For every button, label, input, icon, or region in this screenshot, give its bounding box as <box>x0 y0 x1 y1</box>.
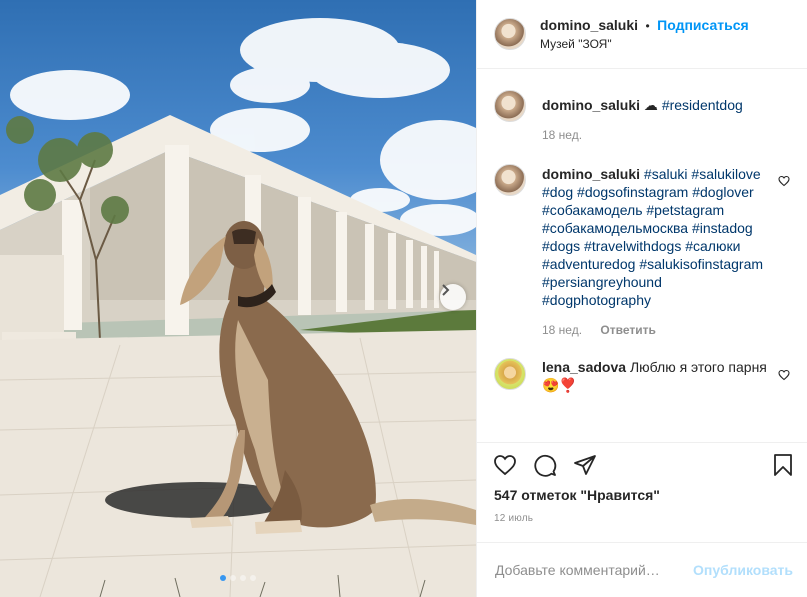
like-button[interactable] <box>493 453 517 477</box>
author-avatar[interactable] <box>494 18 526 50</box>
comment-avatar[interactable] <box>494 164 526 196</box>
caption-avatar[interactable] <box>494 90 526 122</box>
post-photo[interactable] <box>0 0 476 597</box>
hashtag-link[interactable]: #dogphotography <box>542 292 651 308</box>
follow-button[interactable]: Подписаться <box>657 17 749 33</box>
publish-button[interactable]: Опубликовать <box>693 562 793 578</box>
chevron-right-icon <box>442 284 450 296</box>
hashtag-link[interactable]: #dog <box>542 184 573 200</box>
like-comment-button[interactable] <box>778 174 790 192</box>
hashtag-link[interactable]: #residentdog <box>662 97 743 113</box>
comment-time: 18 нед. <box>542 323 583 337</box>
hashtag-link[interactable]: #собакамодельмосква <box>542 220 688 236</box>
hashtag-link[interactable]: #салюки <box>685 238 740 254</box>
share-button[interactable] <box>573 453 597 477</box>
dog-photo <box>0 18 476 597</box>
comment-avatar[interactable] <box>494 358 526 390</box>
location-link[interactable]: Музей "ЗОЯ" <box>540 35 749 53</box>
post-actions <box>477 442 807 486</box>
post-date[interactable]: 12 июль <box>477 513 807 524</box>
comment-body: lena_sadova Люблю я этого парня😍❣️ <box>542 358 767 394</box>
comment-meta: 18 нед. Ответить <box>542 321 767 339</box>
carousel-indicator <box>0 575 476 581</box>
carousel-dot <box>220 575 226 581</box>
caption-time: 18 нед. <box>542 128 583 142</box>
comment-username[interactable]: lena_sadova <box>542 359 626 375</box>
carousel-dot <box>230 575 236 581</box>
hashtag-link[interactable]: #doglover <box>692 184 754 200</box>
likes-count[interactable]: 547 отметок "Нравится" <box>477 486 807 504</box>
author-info: domino_saluki • Подписаться Музей "ЗОЯ" <box>540 16 749 53</box>
comment-button[interactable] <box>533 453 557 477</box>
comment: lena_sadova Люблю я этого парня😍❣️ <box>494 358 790 394</box>
author-username[interactable]: domino_saluki <box>540 17 638 33</box>
hashtag-link[interactable]: #saluki <box>644 166 688 182</box>
caption-username[interactable]: domino_saluki <box>542 97 640 113</box>
hashtag-link[interactable]: #persiangreyhound <box>542 274 662 290</box>
post-header: domino_saluki • Подписаться Музей "ЗОЯ" <box>477 0 807 69</box>
hashtag-link[interactable]: #salukilove <box>691 166 760 182</box>
hashtag-link[interactable]: #adventuredog <box>542 256 635 272</box>
instagram-post: domino_saluki • Подписаться Музей "ЗОЯ" … <box>0 0 807 597</box>
carousel-dot <box>240 575 246 581</box>
heart-icon <box>778 369 790 381</box>
hashtag-link[interactable]: #salukisofinstagram <box>639 256 763 272</box>
heart-icon <box>494 454 516 475</box>
caption: domino_saluki ☁ #residentdog 18 нед. <box>494 90 790 144</box>
post-side-panel: domino_saluki • Подписаться Музей "ЗОЯ" … <box>476 0 807 597</box>
caption-body: domino_saluki ☁ #residentdog 18 нед. <box>542 96 767 144</box>
hashtag-link[interactable]: #собакамодель <box>542 202 643 218</box>
carousel-dot <box>250 575 256 581</box>
hashtag-link[interactable]: #petstagram <box>646 202 724 218</box>
like-comment-button[interactable] <box>778 368 790 386</box>
paper-plane-icon <box>574 454 596 475</box>
comment-input[interactable] <box>493 561 694 579</box>
hashtag-link[interactable]: #instadog <box>692 220 753 236</box>
reply-button[interactable]: Ответить <box>600 323 655 337</box>
hashtag-link[interactable]: #travelwithdogs <box>584 238 681 254</box>
save-button[interactable] <box>771 453 795 477</box>
add-comment-bar: Опубликовать <box>477 542 807 597</box>
bookmark-icon <box>774 453 792 476</box>
cloud-emoji: ☁ <box>643 97 662 113</box>
separator-dot: • <box>645 18 650 33</box>
comment-body: domino_saluki #saluki #salukilove #dog #… <box>542 165 767 339</box>
hashtag-link[interactable]: #dogsofinstagram <box>577 184 688 200</box>
next-image-button[interactable] <box>440 284 466 310</box>
comment-username[interactable]: domino_saluki <box>542 166 640 182</box>
hashtag-list: #saluki #salukilove #dog #dogsofinstagra… <box>542 166 763 308</box>
comment-bubble-icon <box>534 454 557 477</box>
heart-icon <box>778 175 790 187</box>
hashtag-link[interactable]: #dogs <box>542 238 580 254</box>
comment: domino_saluki #saluki #salukilove #dog #… <box>494 164 790 339</box>
comments-list[interactable]: domino_saluki ☁ #residentdog 18 нед. dom… <box>477 69 807 442</box>
